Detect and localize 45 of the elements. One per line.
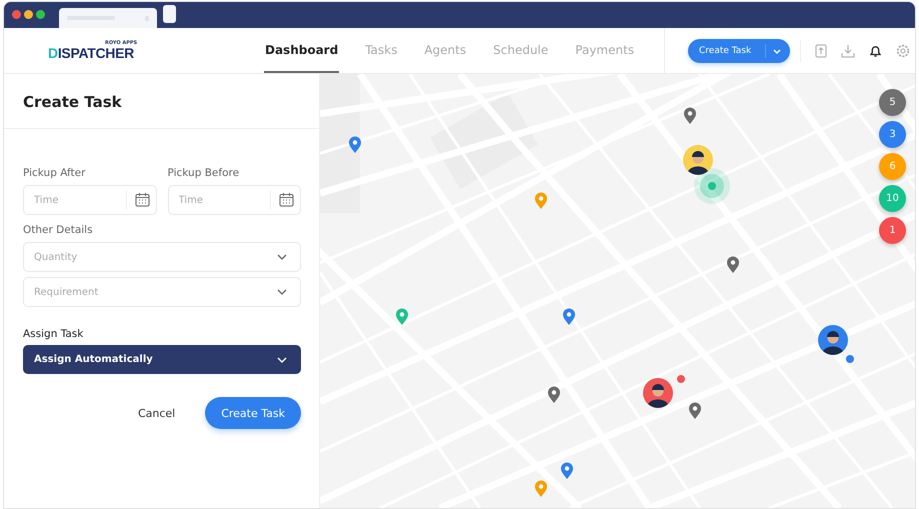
close-dot-icon[interactable] bbox=[12, 10, 21, 19]
cancel-button[interactable]: Cancel bbox=[134, 402, 180, 424]
map-pin-icon[interactable] bbox=[726, 256, 740, 274]
agent-avatar[interactable] bbox=[818, 325, 848, 355]
map-pin-icon[interactable] bbox=[560, 462, 574, 480]
cluster-count-badge[interactable]: 6 bbox=[879, 153, 906, 180]
chevron-down-icon bbox=[276, 356, 288, 364]
field-label: Other Details bbox=[23, 224, 93, 236]
nav-tab[interactable]: Agents bbox=[423, 28, 468, 73]
map-pin-icon[interactable] bbox=[348, 136, 362, 154]
cluster-count-badge[interactable]: 3 bbox=[879, 121, 906, 148]
map-pin-icon[interactable] bbox=[562, 308, 576, 326]
chevron-down-icon bbox=[276, 288, 288, 296]
dropdown-field[interactable]: Requirement bbox=[23, 277, 301, 307]
maximize-dot-icon[interactable] bbox=[36, 10, 45, 19]
time-field[interactable]: Time bbox=[168, 185, 301, 215]
location-pulse-icon bbox=[694, 168, 730, 204]
cluster-count-badge[interactable]: 1 bbox=[879, 217, 906, 244]
time-field[interactable]: Time bbox=[23, 185, 156, 215]
panel-title: Create Task bbox=[4, 74, 319, 129]
nav-tab[interactable]: Tasks bbox=[364, 28, 398, 73]
create-task-button[interactable]: Create Task bbox=[688, 38, 790, 62]
create-task-button[interactable]: Create Task bbox=[205, 397, 301, 429]
chevron-down-icon bbox=[276, 253, 288, 261]
map-pin-icon[interactable] bbox=[683, 107, 697, 125]
nav-tab[interactable]: Payments bbox=[574, 28, 636, 73]
cluster-count-badge[interactable]: 5 bbox=[879, 89, 906, 116]
dropdown-field[interactable]: Quantity bbox=[23, 242, 301, 272]
agent-avatar[interactable] bbox=[683, 145, 713, 175]
field-label: Pickup After bbox=[23, 167, 86, 179]
map-pin-icon[interactable] bbox=[547, 386, 561, 404]
cluster-count-badge[interactable]: 10 bbox=[879, 185, 906, 212]
assign-dropdown[interactable]: Assign Automatically bbox=[23, 345, 301, 374]
map-pin-icon[interactable] bbox=[688, 402, 702, 420]
map[interactable]: 5 3 6 10 1 bbox=[320, 74, 915, 508]
nav-tab[interactable]: Schedule bbox=[492, 28, 550, 73]
minimize-dot-icon[interactable] bbox=[24, 10, 33, 19]
calendar-icon bbox=[279, 192, 294, 207]
field-label: Pickup Before bbox=[168, 167, 240, 179]
calendar-icon bbox=[134, 192, 150, 207]
logo: DISPATCHER bbox=[48, 46, 134, 60]
bell-icon[interactable] bbox=[869, 44, 882, 58]
field-label: Assign Task bbox=[23, 328, 84, 340]
agent-avatar[interactable] bbox=[643, 378, 673, 408]
browser-tab[interactable] bbox=[163, 5, 176, 23]
